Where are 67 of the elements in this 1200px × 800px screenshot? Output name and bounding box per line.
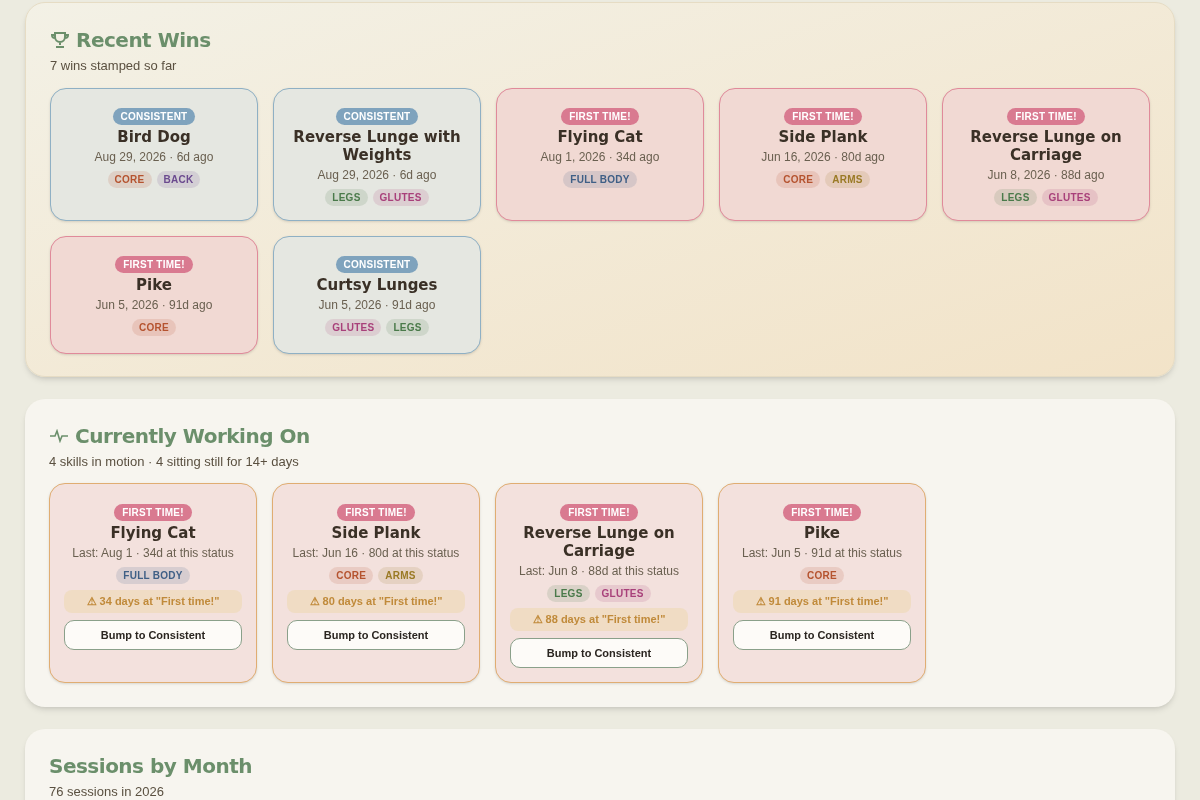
status-badge: FIRST TIME!: [784, 107, 862, 125]
skill-date: Jun 8, 2026 · 88d ago: [987, 166, 1105, 184]
skill-date: Last: Jun 8 · 88d at this status: [518, 563, 680, 580]
skill-date: Jun 5, 2026 · 91d ago: [95, 296, 213, 314]
skill-date: Jun 16, 2026 · 80d ago: [761, 148, 885, 166]
stall-warning: ⚠ 88 days at "First time!": [510, 608, 688, 631]
body-area-tag: FULL BODY: [563, 170, 637, 188]
skill-name: Reverse Lunge on Carriage: [969, 127, 1123, 164]
skill-date: Last: Jun 5 · 91d at this status: [741, 545, 903, 562]
skill-date: Jun 5, 2026 · 91d ago: [318, 296, 436, 314]
status-badge: FIRST TIME!: [115, 255, 193, 273]
section-title: Sessions by Month: [49, 753, 253, 780]
bump-button[interactable]: Bump to Consistent: [64, 619, 242, 650]
section-subtitle: 76 sessions in 2026: [49, 783, 165, 800]
status-badge: CONSISTENT: [335, 107, 419, 125]
body-area-tag: GLUTES: [594, 585, 651, 602]
body-area-tag: FULL BODY: [116, 567, 190, 584]
skill-name: Pike: [804, 524, 840, 542]
status-badge: CONSISTENT: [112, 107, 196, 125]
skill-name: Side Plank: [331, 524, 421, 542]
body-area-tag: CORE: [800, 567, 844, 584]
body-area-tag: LEGS: [547, 585, 590, 602]
body-area-tag: ARMS: [825, 170, 870, 188]
skill-name: Side Plank: [778, 127, 868, 146]
trophy-icon: [50, 30, 70, 50]
bump-button[interactable]: Bump to Consistent: [510, 637, 688, 668]
body-area-tag: CORE: [776, 170, 821, 188]
body-area-tag: GLUTES: [325, 318, 382, 336]
skill-name: Bird Dog: [117, 127, 191, 146]
body-area-tag: CORE: [132, 318, 176, 336]
section-subtitle: 4 skills in motion · 4 sitting still for 14+ days: [49, 452, 300, 471]
skill-name: Reverse Lunge on Carriage: [522, 524, 676, 560]
section-subtitle: 7 wins stamped so far: [50, 57, 178, 75]
status-badge: FIRST TIME!: [561, 107, 639, 125]
skill-name: Flying Cat: [110, 524, 196, 542]
body-area-tag: LEGS: [386, 318, 429, 336]
skill-date: Last: Jun 16 · 80d at this status: [292, 545, 460, 562]
skill-name: Pike: [136, 275, 172, 294]
skill-date: Aug 1, 2026 · 34d ago: [540, 148, 660, 166]
body-area-tag: BACK: [156, 170, 201, 188]
skill-date: Aug 29, 2026 · 6d ago: [317, 166, 437, 184]
section-title: Recent Wins: [76, 27, 211, 54]
skill-name: Flying Cat: [557, 127, 643, 146]
body-area-tag: LEGS: [994, 188, 1037, 206]
body-area-tag: GLUTES: [372, 188, 429, 206]
body-area-tag: CORE: [329, 567, 374, 584]
status-badge: CONSISTENT: [335, 255, 419, 273]
status-badge: FIRST TIME!: [114, 504, 192, 521]
status-badge: FIRST TIME!: [560, 504, 638, 521]
skill-date: Last: Aug 1 · 34d at this status: [72, 545, 234, 562]
bump-button[interactable]: Bump to Consistent: [733, 619, 911, 650]
status-badge: FIRST TIME!: [783, 504, 861, 521]
body-area-tag: ARMS: [378, 567, 423, 584]
body-area-tag: CORE: [107, 170, 152, 188]
body-area-tag: GLUTES: [1041, 188, 1098, 206]
skill-name: Curtsy Lunges: [316, 275, 438, 294]
status-badge: FIRST TIME!: [337, 504, 415, 521]
pulse-icon: [49, 428, 69, 443]
stall-warning: ⚠ 34 days at "First time!": [64, 590, 242, 613]
section-title: Currently Working On: [75, 422, 310, 450]
skill-date: Aug 29, 2026 · 6d ago: [94, 148, 214, 166]
body-area-tag: LEGS: [325, 188, 368, 206]
stall-warning: ⚠ 80 days at "First time!": [287, 590, 465, 613]
stall-warning: ⚠ 91 days at "First time!": [733, 590, 911, 613]
skill-name: Reverse Lunge with Weights: [292, 127, 462, 164]
bump-button[interactable]: Bump to Consistent: [287, 619, 465, 650]
status-badge: FIRST TIME!: [1007, 107, 1085, 125]
